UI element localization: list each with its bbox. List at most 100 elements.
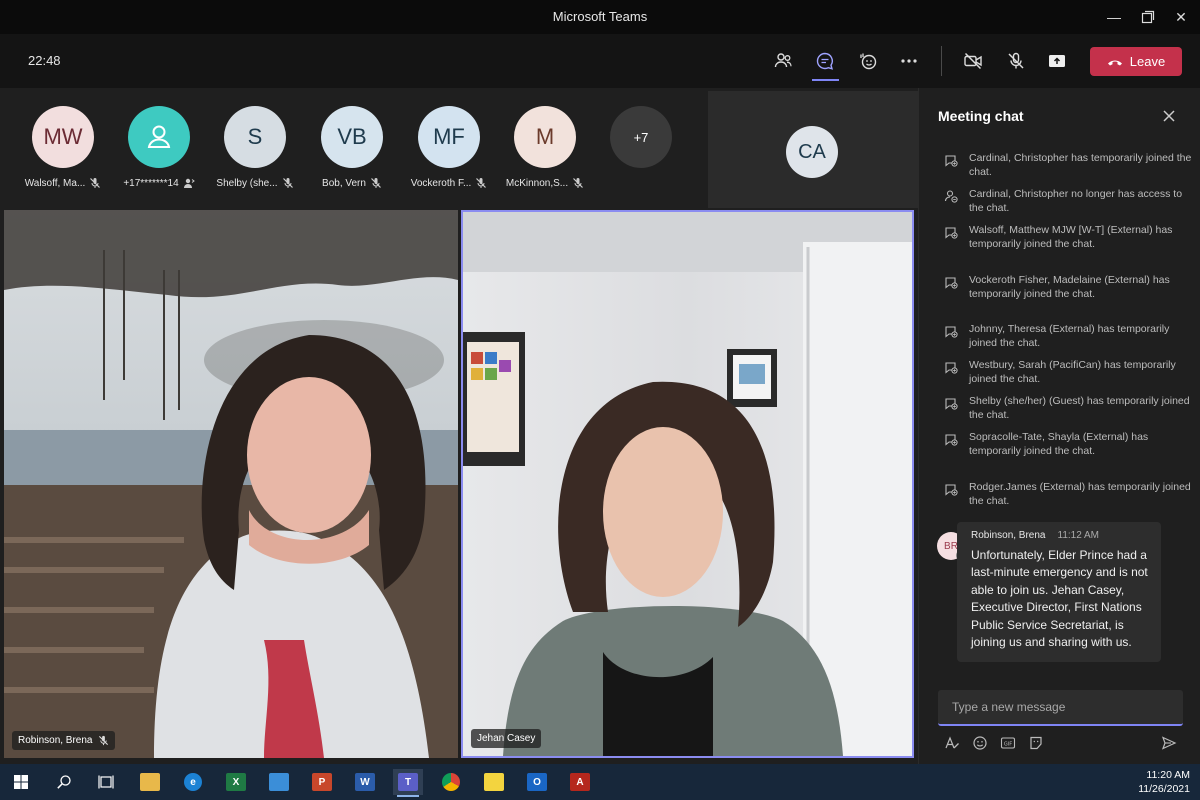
close-window-button[interactable]: ✕ <box>1170 6 1192 28</box>
people-icon <box>774 53 792 68</box>
participant-roster: MW Walsoff, Ma... +17*******14 S Shelby … <box>0 88 706 208</box>
system-date: 11/26/2021 <box>1138 783 1190 795</box>
chat-panel-title: Meeting chat <box>938 108 1024 124</box>
taskbar-word[interactable]: W <box>350 769 380 795</box>
taskbar-sticky-notes[interactable] <box>479 769 509 795</box>
maximize-button[interactable] <box>1137 6 1159 28</box>
avatar: CA <box>786 126 838 178</box>
overflow-count: +7 <box>610 106 672 168</box>
chat-add-icon <box>945 227 958 239</box>
avatar: M <box>514 106 576 168</box>
meeting-chat-panel: Meeting chat Cardinal, Christopher has t… <box>918 88 1200 764</box>
person-icon <box>147 125 171 148</box>
people-remove-icon <box>944 190 958 203</box>
system-time: 11:20 AM <box>1146 769 1190 781</box>
participant-tile[interactable]: S Shelby (she... <box>210 106 300 189</box>
participant-tile[interactable]: MW Walsoff, Ma... <box>18 106 108 189</box>
chat-add-icon <box>945 155 958 167</box>
reactions-button[interactable] <box>855 48 881 74</box>
participant-tile[interactable]: VB Bob, Vern <box>307 106 397 189</box>
message-input[interactable] <box>938 690 1183 724</box>
file-explorer-icon <box>140 773 160 791</box>
toolbar-divider <box>941 46 942 76</box>
sticky-notes-icon <box>484 773 504 791</box>
share-content-button[interactable] <box>1044 48 1070 74</box>
video-participant-name: Robinson, Brena <box>18 735 93 746</box>
word-icon: W <box>355 773 375 791</box>
mic-off-icon <box>90 178 101 188</box>
format-button[interactable] <box>942 733 962 753</box>
participant-video-tile-ca[interactable]: CA <box>708 91 918 208</box>
sticker-button[interactable] <box>1026 733 1046 753</box>
leave-button[interactable]: Leave <box>1090 47 1182 76</box>
video-name-tag: Robinson, Brena <box>12 731 115 750</box>
taskbar-internet-explorer[interactable]: e <box>178 769 208 795</box>
taskbar-acrobat[interactable]: A <box>565 769 595 795</box>
avatar <box>128 106 190 168</box>
more-actions-button[interactable] <box>896 48 922 74</box>
participant-tile[interactable]: M McKinnon,S... <box>500 106 590 189</box>
search-icon <box>57 775 71 789</box>
chat-add-icon <box>945 277 958 289</box>
minimize-button[interactable]: — <box>1103 6 1125 28</box>
gif-button[interactable]: GIF <box>998 733 1018 753</box>
mic-off-icon <box>1008 52 1024 69</box>
taskbar-excel[interactable]: X <box>221 769 251 795</box>
participant-tile[interactable]: MF Vockeroth F... <box>404 106 494 189</box>
video-participant-name: Jehan Casey <box>477 733 536 744</box>
close-chat-button[interactable] <box>1159 106 1179 126</box>
taskbar-outlook[interactable]: O <box>522 769 552 795</box>
raise-hand-icon <box>860 53 877 70</box>
system-clock[interactable]: 11:20 AM 11/26/2021 <box>1138 768 1190 796</box>
chat-system-event: Vockeroth Fisher, Madelaine (External) h… <box>944 274 1194 301</box>
participant-tile[interactable]: +17*******14 <box>114 106 204 189</box>
mic-off-icon <box>371 178 381 188</box>
video-tile-jehan-casey[interactable]: Jehan Casey <box>461 210 914 758</box>
chat-system-event: Shelby (she/her) (Guest) has temporarily… <box>944 395 1194 422</box>
camera-toggle-button[interactable] <box>960 48 986 74</box>
taskbar-app[interactable] <box>264 769 294 795</box>
start-button[interactable] <box>6 769 36 795</box>
taskbar-teams[interactable]: T <box>393 769 423 797</box>
powerpoint-icon: P <box>312 773 332 791</box>
participants-button[interactable] <box>770 48 796 74</box>
video-tile-robinson-brena[interactable]: Robinson, Brena <box>4 210 458 758</box>
close-icon <box>1163 110 1175 122</box>
chat-button[interactable] <box>812 48 838 74</box>
taskbar-powerpoint[interactable]: P <box>307 769 337 795</box>
chat-system-event: Walsoff, Matthew MJW [W-T] (External) ha… <box>944 224 1194 251</box>
chat-add-icon <box>945 434 958 446</box>
chrome-icon <box>442 773 460 791</box>
chat-add-icon <box>945 398 958 410</box>
emoji-button[interactable] <box>970 733 990 753</box>
task-view-button[interactable] <box>91 769 121 795</box>
excel-icon: X <box>226 773 246 791</box>
chat-add-icon <box>945 484 958 496</box>
avatar: MW <box>32 106 94 168</box>
window-title: Microsoft Teams <box>552 9 648 24</box>
video-feed-image <box>463 212 912 756</box>
more-participants-button[interactable]: +7 <box>596 106 686 168</box>
teams-icon: T <box>398 773 418 791</box>
svg-text:GIF: GIF <box>1004 741 1012 747</box>
outlook-icon: O <box>527 773 547 791</box>
meeting-stage: MW Walsoff, Ma... +17*******14 S Shelby … <box>0 88 918 764</box>
phone-hangup-icon <box>1107 60 1122 65</box>
send-button[interactable] <box>1159 733 1179 753</box>
internet-explorer-icon: e <box>184 773 202 791</box>
message-author: Robinson, Brena <box>971 530 1046 541</box>
app-window-icon <box>269 773 289 791</box>
acrobat-icon: A <box>570 773 590 791</box>
search-button[interactable] <box>49 769 79 795</box>
video-feed-image <box>4 210 458 758</box>
meeting-timer: 22:48 <box>28 53 61 68</box>
chat-active-indicator <box>812 79 839 81</box>
mic-off-icon <box>282 178 293 188</box>
taskbar-file-explorer[interactable] <box>135 769 165 795</box>
format-pen-icon <box>945 736 959 749</box>
taskbar-chrome[interactable] <box>436 769 466 795</box>
message-bubble[interactable]: Robinson, Brena 11:12 AM Unfortunately, … <box>957 522 1161 662</box>
chat-add-icon <box>945 326 958 338</box>
mic-toggle-button[interactable] <box>1003 48 1029 74</box>
chat-system-event: Cardinal, Christopher has temporarily jo… <box>944 152 1194 179</box>
